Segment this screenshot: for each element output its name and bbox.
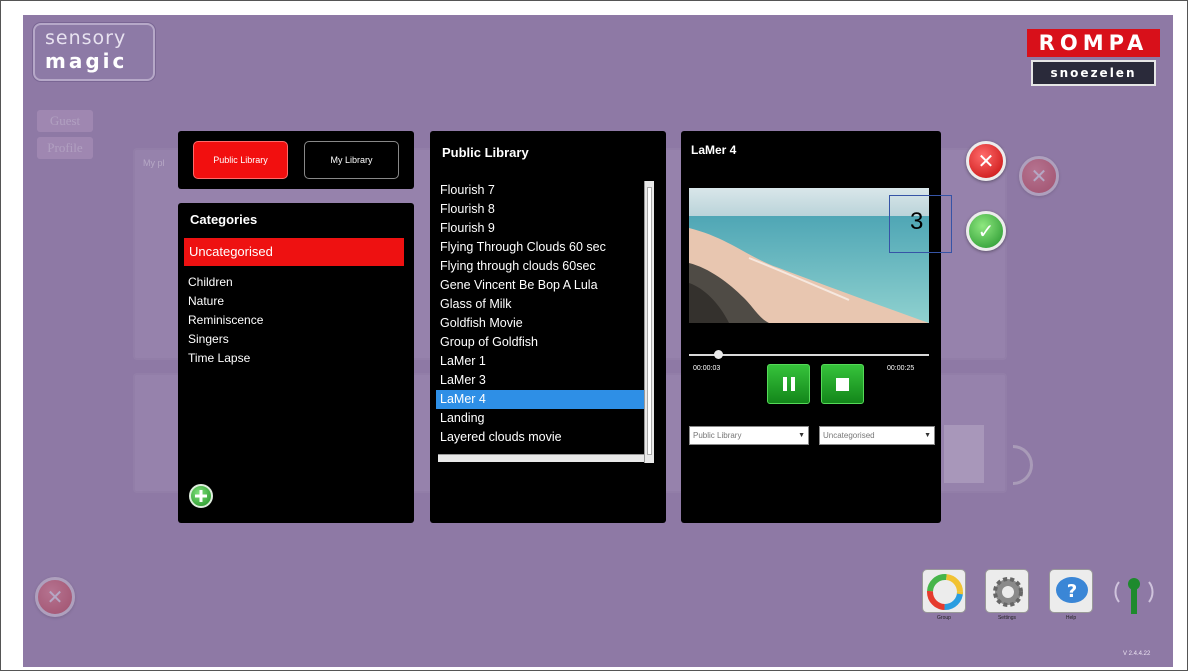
- help-caption: Help: [1065, 615, 1077, 621]
- preview-panel: LaMer 4 00:00:03 00:00:25 Public Library…: [681, 131, 941, 523]
- wireless-status-icon[interactable]: [1111, 570, 1157, 618]
- rompa-logo: ROMPA snoezelen: [1027, 29, 1160, 93]
- svg-text:?: ?: [1067, 581, 1077, 602]
- annotation-box: 3: [889, 195, 952, 253]
- media-item[interactable]: Flying Through Clouds 60 sec: [436, 238, 646, 257]
- close-icon: ✕: [977, 149, 995, 173]
- confirm-button[interactable]: ✓: [966, 211, 1006, 251]
- category-item-selected[interactable]: Uncategorised: [184, 238, 404, 266]
- rompa-logo-bottom: snoezelen: [1031, 60, 1156, 86]
- background-close-icon: ✕: [1019, 156, 1059, 196]
- version-label: V 2.4.4.22: [1123, 651, 1151, 657]
- category-list: Children Nature Reminiscence Singers Tim…: [188, 273, 263, 368]
- media-item[interactable]: Flourish 9: [436, 219, 646, 238]
- chevron-down-icon: ▼: [798, 432, 805, 439]
- media-item[interactable]: Group of Goldfish: [436, 333, 646, 352]
- sensory-magic-logo: sensory magic: [33, 23, 155, 81]
- seek-knob[interactable]: [713, 350, 723, 359]
- category-item[interactable]: Singers: [188, 330, 263, 349]
- group-button[interactable]: [922, 569, 966, 613]
- media-item[interactable]: Flourish 8: [436, 200, 646, 219]
- media-list-title: Public Library: [442, 145, 529, 160]
- media-item[interactable]: Goldfish Movie: [436, 314, 646, 333]
- settings-caption: Settings: [997, 615, 1017, 621]
- category-item[interactable]: Children: [188, 273, 263, 292]
- time-current: 00:00:03: [693, 365, 721, 372]
- help-icon: ?: [1056, 577, 1088, 603]
- category-item[interactable]: Reminiscence: [188, 311, 263, 330]
- profile-button[interactable]: Profile: [37, 137, 93, 159]
- logo-line-2: magic: [45, 49, 128, 73]
- gear-icon: [993, 577, 1023, 607]
- annotation-label: 3: [910, 208, 924, 235]
- guest-button[interactable]: Guest: [37, 110, 93, 132]
- time-total: 00:00:25: [887, 365, 915, 372]
- media-list-panel: Public Library Flourish 7 Flourish 8 Flo…: [430, 131, 666, 523]
- logo-line-1: sensory: [45, 27, 127, 49]
- media-item[interactable]: LaMer 3: [436, 371, 646, 390]
- stop-button[interactable]: [821, 364, 864, 404]
- exit-icon[interactable]: ✕: [35, 577, 75, 617]
- add-category-icon[interactable]: [189, 484, 213, 508]
- checkmark-icon: ✓: [977, 219, 995, 243]
- categories-panel: Categories Uncategorised Children Nature…: [178, 203, 414, 523]
- app-window: sensory magic ROMPA snoezelen Guest Prof…: [23, 15, 1173, 667]
- scrollbar-thumb[interactable]: [647, 187, 652, 455]
- category-item[interactable]: Nature: [188, 292, 263, 311]
- group-caption: Group: [937, 615, 951, 621]
- library-dropdown[interactable]: Public Library ▼: [689, 426, 809, 445]
- group-icon: [927, 574, 963, 610]
- pause-button[interactable]: [767, 364, 810, 404]
- media-item[interactable]: Glass of Milk: [436, 295, 646, 314]
- my-library-tab[interactable]: My Library: [304, 141, 399, 179]
- media-item-selected[interactable]: LaMer 4: [436, 390, 646, 409]
- media-list-scrollbar[interactable]: [644, 181, 654, 463]
- seek-bar[interactable]: [689, 354, 929, 356]
- category-item[interactable]: Time Lapse: [188, 349, 263, 368]
- category-dropdown-value: Uncategorised: [823, 431, 875, 440]
- playlist-label: My pl: [143, 158, 165, 168]
- media-item[interactable]: Landing: [436, 409, 646, 428]
- media-list-hscrollbar[interactable]: [438, 454, 644, 462]
- media-item[interactable]: LaMer 1: [436, 352, 646, 371]
- media-item[interactable]: Layered clouds movie: [436, 428, 646, 447]
- public-library-tab[interactable]: Public Library: [193, 141, 288, 179]
- stop-icon: [836, 377, 849, 391]
- media-item[interactable]: Gene Vincent Be Bop A Lula: [436, 276, 646, 295]
- media-item[interactable]: Flourish 7: [436, 181, 646, 200]
- screenshot-frame: sensory magic ROMPA snoezelen Guest Prof…: [0, 0, 1188, 671]
- library-dropdown-value: Public Library: [693, 431, 742, 440]
- skip-next-icon: [944, 425, 984, 483]
- preview-title: LaMer 4: [691, 143, 737, 157]
- categories-title: Categories: [190, 212, 258, 227]
- media-list: Flourish 7 Flourish 8 Flourish 9 Flying …: [436, 181, 646, 447]
- help-button[interactable]: ?: [1049, 569, 1093, 613]
- volume-icon: [1013, 445, 1033, 485]
- rompa-logo-top: ROMPA: [1027, 29, 1160, 57]
- pause-icon: [782, 377, 795, 391]
- library-tabs-panel: Public Library My Library: [178, 131, 414, 189]
- settings-button[interactable]: [985, 569, 1029, 613]
- chevron-down-icon: ▼: [924, 432, 931, 439]
- close-button[interactable]: ✕: [966, 141, 1006, 181]
- category-dropdown[interactable]: Uncategorised ▼: [819, 426, 935, 445]
- media-item[interactable]: Flying through clouds 60sec: [436, 257, 646, 276]
